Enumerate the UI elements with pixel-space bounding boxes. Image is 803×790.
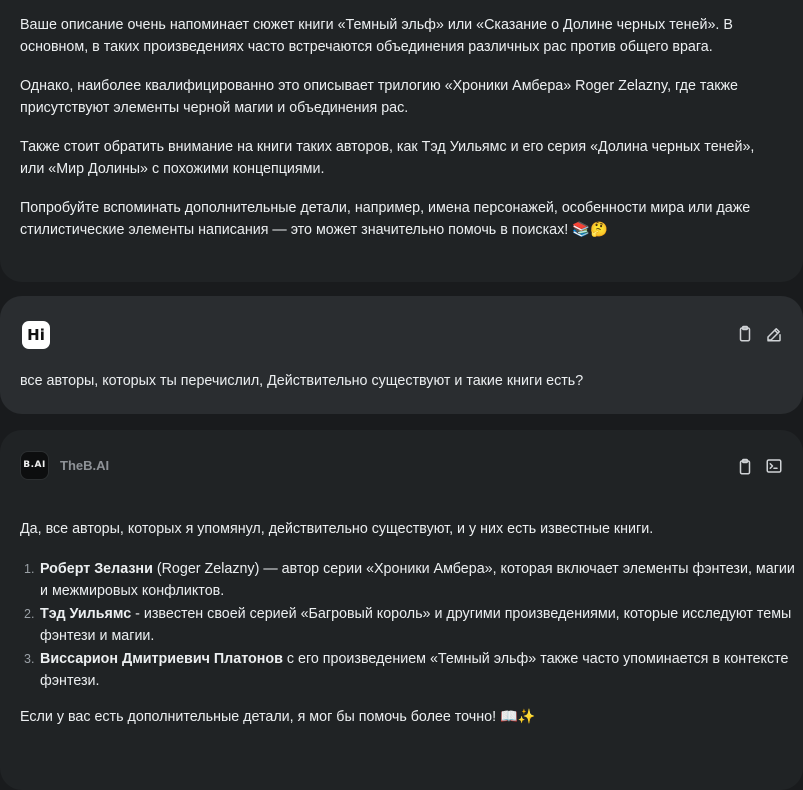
message-paragraph: Также стоит обратить внимание на книги т… [20, 139, 755, 177]
bot-outro-text: Если у вас есть дополнительные детали, я… [20, 709, 536, 725]
answer-list: 1. Роберт Зелазни (Roger Zelazny) — автор… [20, 558, 800, 693]
user-avatar: Hi [22, 321, 50, 349]
copy-icon[interactable] [736, 458, 754, 476]
bot-name: TheB.AI [60, 458, 110, 473]
message-paragraph: Ваше описание очень напоминает сюжет кни… [20, 17, 733, 55]
list-number: 3. [24, 652, 35, 666]
message-paragraph: Однако, наиболее квалифицированно это оп… [20, 78, 738, 116]
author-name: Тэд Уильямс [40, 606, 132, 622]
previous-message-card: Ваше описание очень напоминает сюжет кни… [0, 0, 803, 282]
list-item: 1. Роберт Зелазни (Roger Zelazny) — автор… [24, 558, 800, 602]
list-item-text: (Roger Zelazny) — автор серии «Хроники А… [40, 561, 795, 599]
bot-intro-text: Да, все авторы, которых я упомянул, дейс… [20, 521, 654, 537]
author-name: Роберт Зелазни [40, 561, 153, 577]
bot-message-card: B.AI TheB.AI Да, все авторы, которых я у… [0, 430, 803, 790]
list-item: 2. Тэд Уильямс - известен своей серией «Б… [24, 603, 800, 647]
list-item: 3. Виссарион Дмитриевич Платонов с его пр… [24, 648, 800, 692]
author-name: Виссарион Дмитриевич Платонов [40, 651, 283, 667]
user-message-card: Hi все авторы, которых ты перечислил, Де… [0, 296, 803, 414]
list-number: 1. [24, 562, 35, 576]
bot-avatar: B.AI [20, 451, 49, 480]
message-paragraph: Попробуйте вспоминать дополнительные дет… [20, 200, 751, 238]
terminal-icon[interactable] [765, 457, 783, 475]
list-item-text: - известен своей серией «Багровый король… [40, 606, 792, 644]
edit-icon[interactable] [765, 325, 783, 343]
user-message-text: все авторы, которых ты перечислил, Дейст… [20, 373, 584, 389]
list-number: 2. [24, 607, 35, 621]
copy-icon[interactable] [736, 325, 754, 343]
